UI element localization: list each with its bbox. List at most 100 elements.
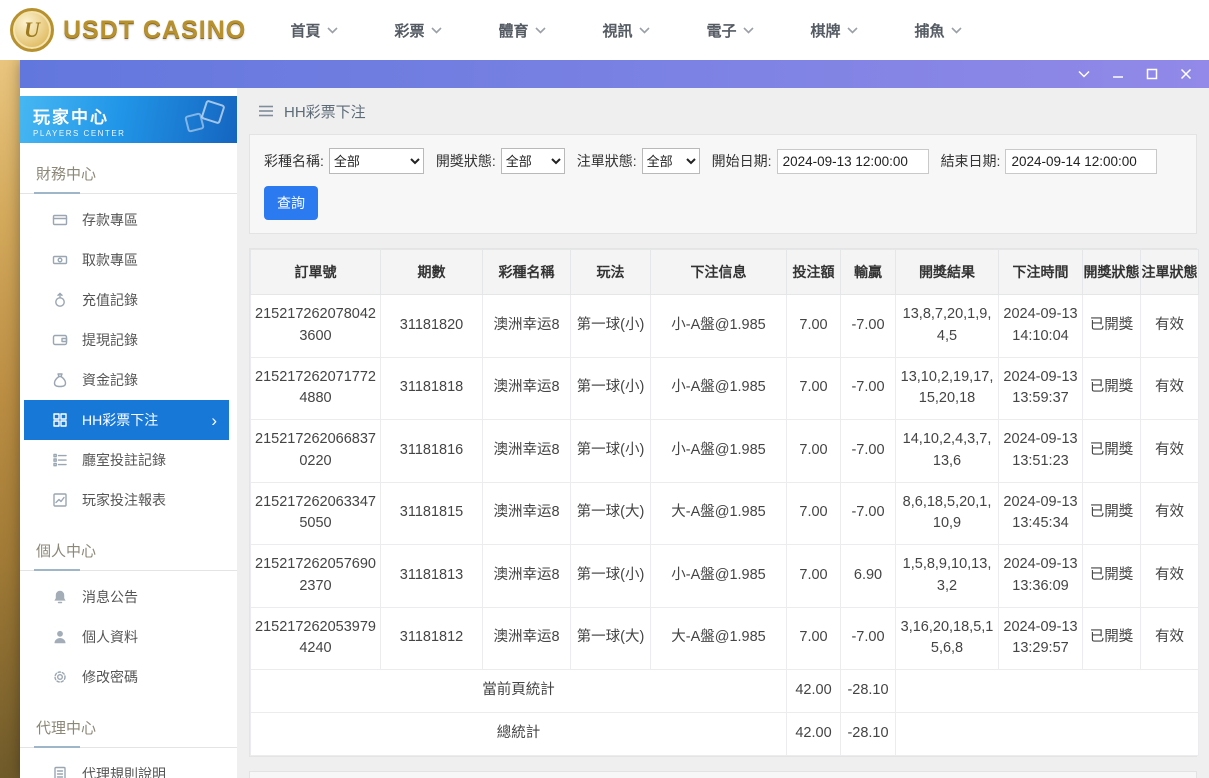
player-center-window: 玩家中心 PLAYERS CENTER 財務中心 存款專區 取款專區 [20, 60, 1209, 778]
col-header-period: 期數 [381, 250, 483, 295]
table-row: 2152172620668370220 31181816 澳洲幸运8 第一球(小… [251, 420, 1199, 483]
collapse-icon[interactable] [1077, 67, 1091, 81]
col-header-bet-info: 下注信息 [651, 250, 787, 295]
cell-amount: 7.00 [787, 607, 841, 670]
sidebar-item-announcements[interactable]: 消息公告 [24, 577, 229, 617]
sidebar-item-agent-rules[interactable]: 代理規則說明 [24, 754, 229, 778]
sidebar-item-hall-bet-records[interactable]: 廳室投註記錄 [24, 440, 229, 480]
sidebar-item-label: 資金記錄 [82, 370, 138, 390]
end-date-input[interactable] [1005, 149, 1157, 174]
nav-item-label: 首頁 [290, 20, 320, 41]
sidebar-item-cashout-record[interactable]: 提現記錄 [24, 320, 229, 360]
cell-bet-info: 大-A盤@1.985 [651, 607, 787, 670]
report-chart-icon [52, 492, 68, 508]
agent-menu: 代理規則說明 [20, 748, 237, 778]
cell-period: 31181820 [381, 295, 483, 358]
sidebar-item-change-password[interactable]: 修改密碼 [24, 657, 229, 697]
page-title-row: HH彩票下注 [249, 88, 1197, 134]
end-date-label: 結束日期: [941, 151, 1001, 171]
nav-item-slots[interactable]: 電子 [678, 20, 782, 41]
sidebar-item-withdraw[interactable]: 取款專區 [24, 240, 229, 280]
table-row: 2152172620717724880 31181818 澳洲幸运8 第一球(小… [251, 357, 1199, 420]
col-header-result: 開獎結果 [896, 250, 999, 295]
page-title: HH彩票下注 [284, 101, 366, 122]
cell-order-no: 2152172620539794240 [251, 607, 381, 670]
cell-amount: 7.00 [787, 545, 841, 608]
cell-amount: 7.00 [787, 357, 841, 420]
sidebar-item-player-bet-report[interactable]: 玩家投注報表 [24, 480, 229, 520]
sidebar-item-label: 修改密碼 [82, 667, 138, 687]
table-row: 2152172620539794240 31181812 澳洲幸运8 第一球(大… [251, 607, 1199, 670]
start-date-label: 開始日期: [712, 151, 772, 171]
sidebar-item-hh-lottery-bets[interactable]: HH彩票下注 › [24, 400, 229, 440]
close-icon[interactable] [1179, 67, 1193, 81]
nav-item-card-games[interactable]: 棋牌 [782, 20, 886, 41]
cell-order-no: 2152172620717724880 [251, 357, 381, 420]
cell-play: 第一球(大) [571, 607, 651, 670]
sidebar: 玩家中心 PLAYERS CENTER 財務中心 存款專區 取款專區 [20, 88, 237, 778]
sidebar-item-label: 取款專區 [82, 250, 138, 270]
cell-lottery: 澳洲幸运8 [483, 482, 571, 545]
cell-period: 31181816 [381, 420, 483, 483]
col-header-order-status: 注單狀態 [1141, 250, 1199, 295]
cell-play: 第一球(小) [571, 420, 651, 483]
players-center-title: 玩家中心 [33, 103, 237, 128]
sidebar-item-funds-record[interactable]: 資金記錄 [24, 360, 229, 400]
cell-order-no: 2152172620668370220 [251, 420, 381, 483]
sidebar-item-profile[interactable]: 個人資料 [24, 617, 229, 657]
bets-table: 訂單號 期數 彩種名稱 玩法 下注信息 投注額 輸贏 開獎結果 下注時間 開獎狀… [250, 249, 1199, 756]
cell-draw-status: 已開獎 [1083, 545, 1141, 608]
cell-period: 31181815 [381, 482, 483, 545]
search-button[interactable]: 查詢 [264, 186, 318, 220]
sidebar-item-deposit[interactable]: 存款專區 [24, 200, 229, 240]
lottery-grid-icon [52, 412, 68, 428]
personal-menu: 消息公告 個人資料 修改密碼 [20, 571, 237, 697]
draw-status-select[interactable]: 全部 [501, 148, 565, 174]
summary-bet-total: 42.00 [787, 670, 841, 713]
minimize-icon[interactable] [1111, 67, 1125, 81]
cell-winloss: -7.00 [841, 482, 896, 545]
nav-item-label: 電子 [706, 20, 736, 41]
col-header-time: 下注時間 [999, 250, 1083, 295]
cell-winloss: -7.00 [841, 295, 896, 358]
pagination-bar: 每頁顯示20條 共6条 首页 上一页 1 下一页 第 页 跳转 [249, 771, 1197, 778]
filter-panel: 彩種名稱: 全部 開獎狀態: 全部 注單狀態: 全部 開始日期: [249, 134, 1197, 234]
cell-result: 1,5,8,9,10,13,3,2 [896, 545, 999, 608]
cell-order-no: 2152172620633475050 [251, 482, 381, 545]
nav-item-live-video[interactable]: 視訊 [574, 20, 678, 41]
summary-empty [896, 712, 1199, 755]
cell-play: 第一球(小) [571, 295, 651, 358]
cell-bet-info: 小-A盤@1.985 [651, 420, 787, 483]
list-icon [52, 452, 68, 468]
nav-item-home[interactable]: 首頁 [262, 20, 366, 41]
top-navbar: U USDT CASINO 首頁 彩票 體育 視訊 電子 棋牌 捕魚 [0, 0, 1209, 60]
cell-time: 2024-09-13 13:29:57 [999, 607, 1083, 670]
nav-item-lottery[interactable]: 彩票 [366, 20, 470, 41]
sidebar-item-label: 玩家投注報表 [82, 490, 166, 510]
nav-item-sports[interactable]: 體育 [470, 20, 574, 41]
cell-draw-status: 已開獎 [1083, 357, 1141, 420]
page-summary-row: 當前頁統計 42.00 -28.10 [251, 670, 1199, 713]
nav-item-label: 棋牌 [810, 20, 840, 41]
chevron-down-icon [431, 27, 442, 34]
nav-item-label: 體育 [498, 20, 528, 41]
cell-period: 31181813 [381, 545, 483, 608]
start-date-input[interactable] [777, 149, 929, 174]
sidebar-item-recharge-record[interactable]: 充值記錄 [24, 280, 229, 320]
cell-order-no: 2152172620576902370 [251, 545, 381, 608]
lottery-select[interactable]: 全部 [329, 148, 424, 174]
col-header-lottery: 彩種名稱 [483, 250, 571, 295]
sidebar-item-label: 充值記錄 [82, 290, 138, 310]
chevron-right-icon: › [211, 412, 217, 429]
hamburger-icon[interactable] [258, 105, 274, 117]
summary-winloss-total: -28.10 [841, 712, 896, 755]
cell-result: 14,10,2,4,3,7,13,6 [896, 420, 999, 483]
maximize-icon[interactable] [1145, 67, 1159, 81]
order-status-select[interactable]: 全部 [642, 148, 700, 174]
col-header-draw-status: 開獎狀態 [1083, 250, 1141, 295]
nav-item-fishing[interactable]: 捕魚 [886, 20, 990, 41]
gear-icon [52, 669, 68, 685]
bank-card-icon [52, 212, 68, 228]
brand-logo[interactable]: U USDT CASINO [0, 8, 240, 52]
cell-time: 2024-09-13 13:59:37 [999, 357, 1083, 420]
